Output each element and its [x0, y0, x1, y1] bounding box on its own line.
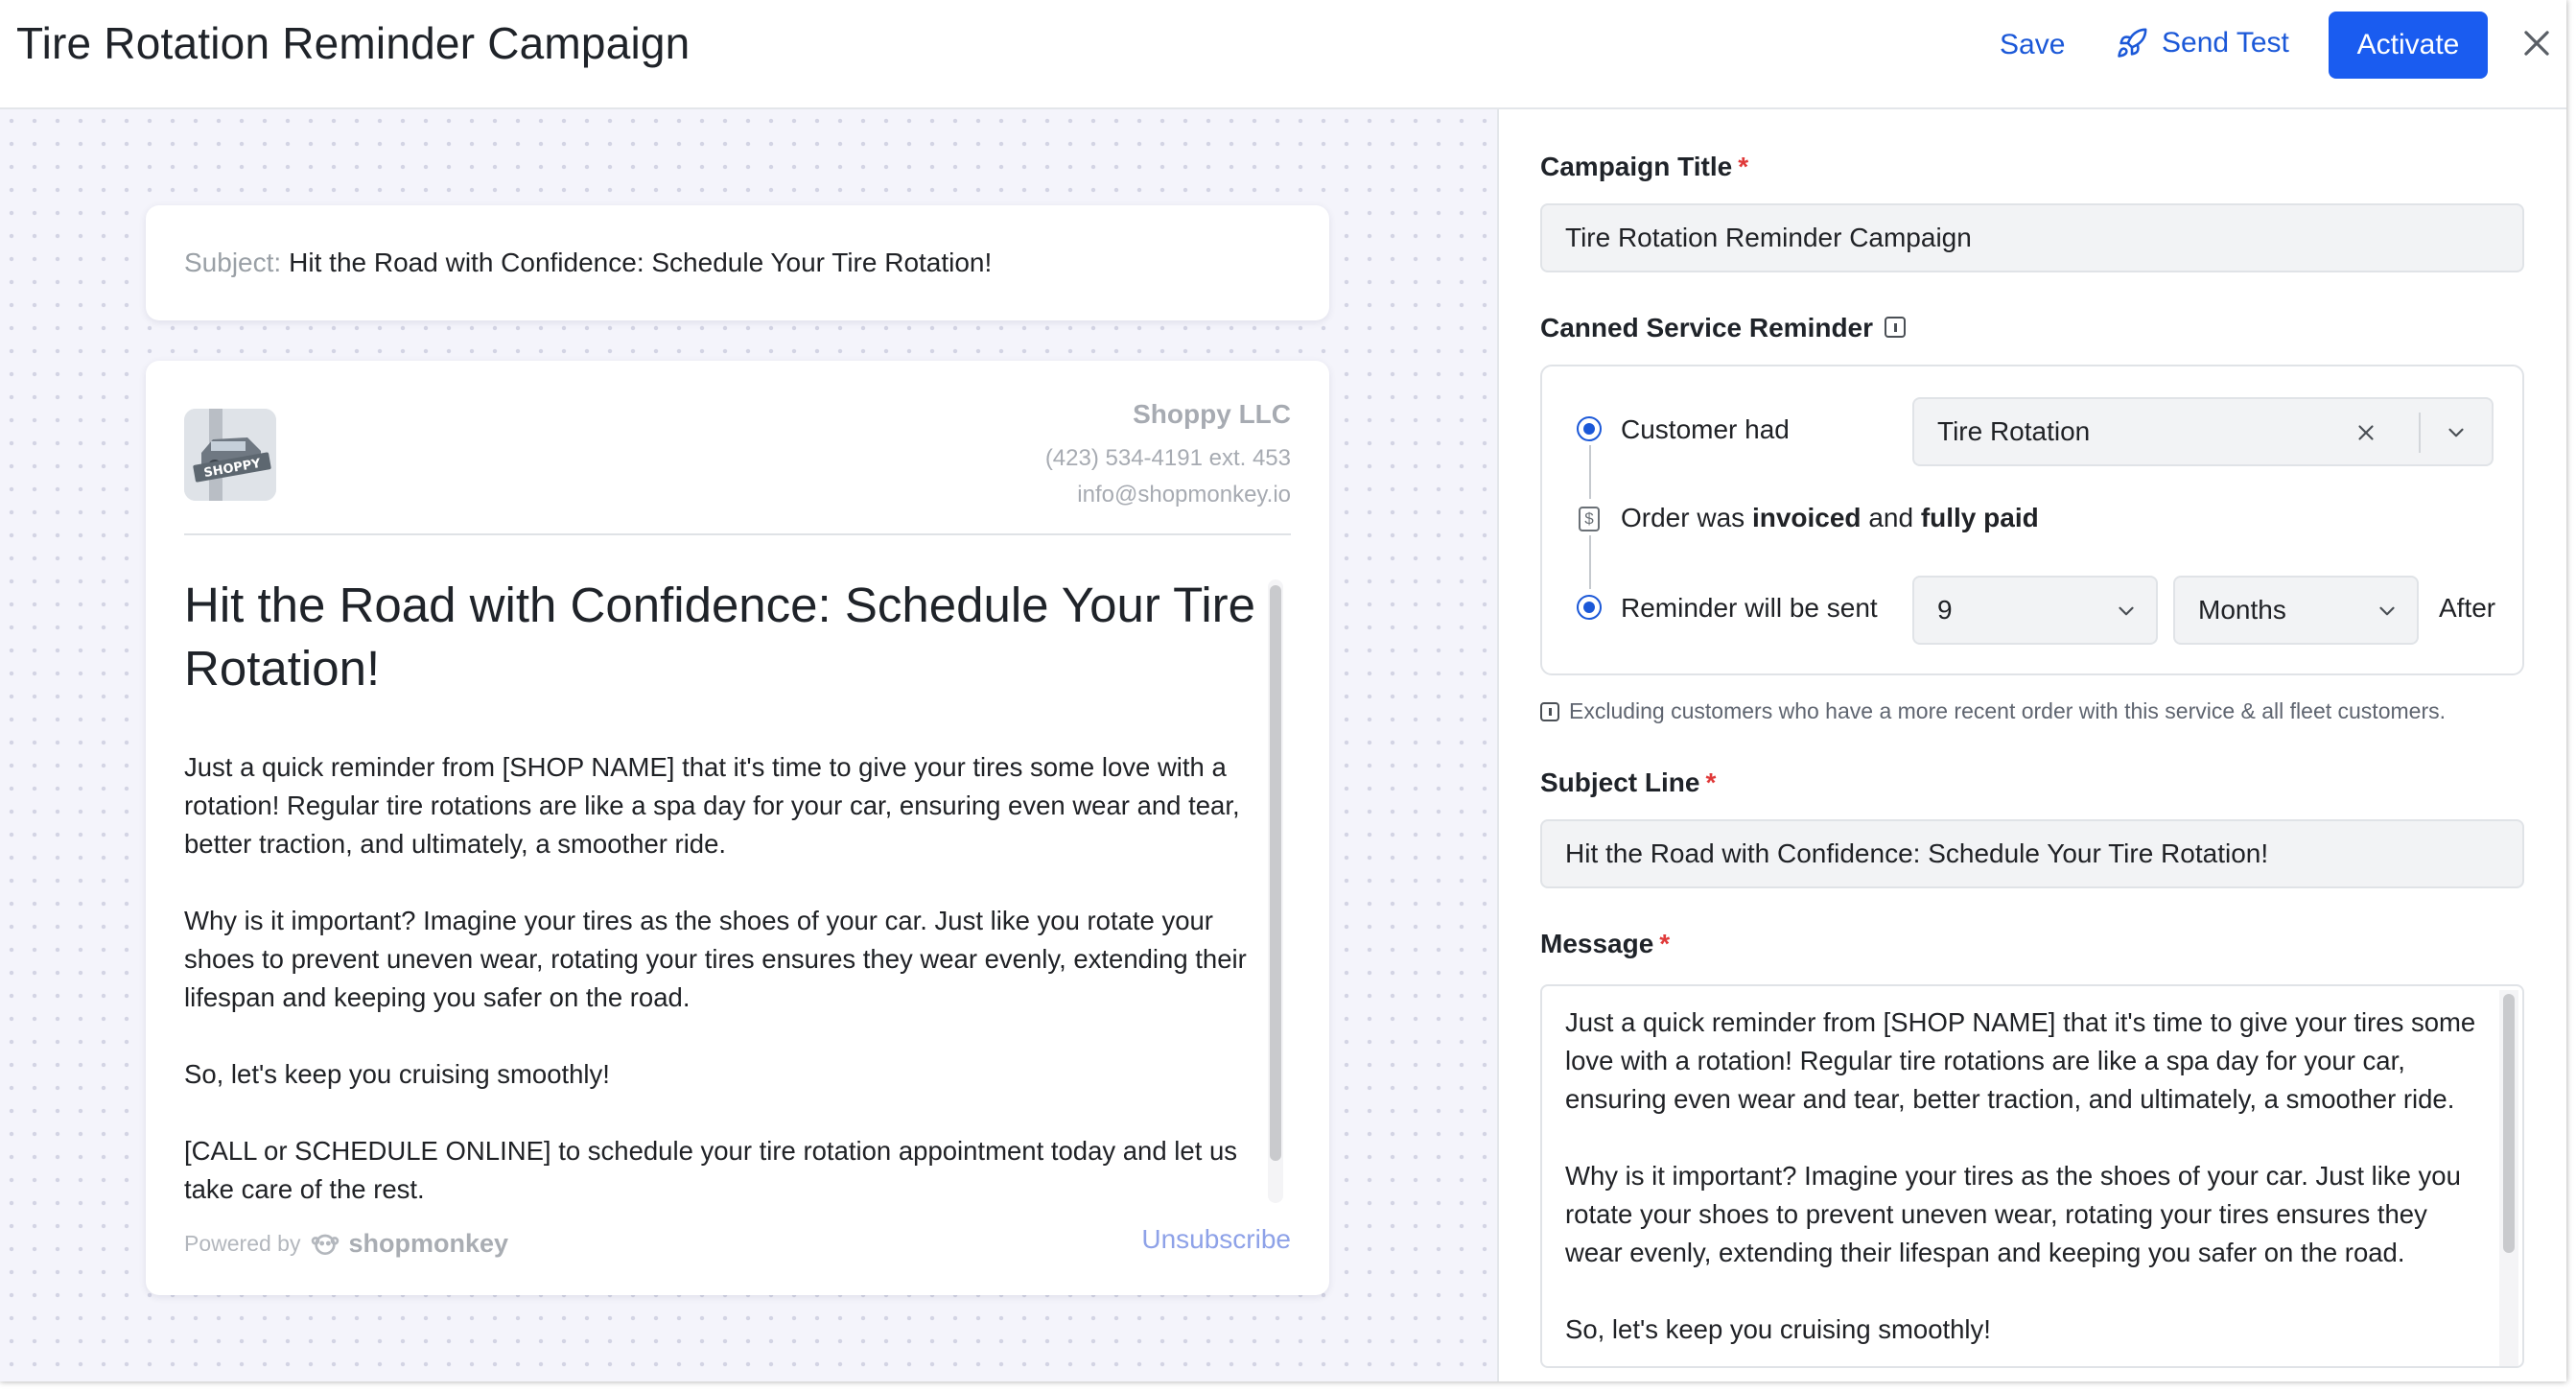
- chevron-down-icon[interactable]: [2375, 599, 2400, 624]
- send-test-button[interactable]: Send Test: [2116, 27, 2289, 59]
- page-title: Tire Rotation Reminder Campaign: [16, 18, 691, 68]
- send-test-label: Send Test: [2162, 27, 2289, 59]
- email-paragraph: [CALL or SCHEDULE ONLINE] to schedule yo…: [184, 1136, 1238, 1204]
- message-label: Message *: [1540, 929, 1670, 959]
- shop-contact-info: Shoppy LLC (423) 534-4191 ext. 453 info@…: [1045, 399, 1291, 518]
- reminder-sent-radio[interactable]: [1577, 595, 1602, 620]
- shop-email: info@shopmonkey.io: [1077, 482, 1291, 508]
- chevron-down-icon[interactable]: [2114, 599, 2139, 624]
- customer-had-label: Customer had: [1621, 414, 1790, 444]
- subject-line-label-text: Subject Line: [1540, 767, 1700, 797]
- step-connector: [1589, 535, 1591, 589]
- order-status-text: Order was invoiced and fully paid: [1621, 503, 2039, 533]
- save-button[interactable]: Save: [2000, 29, 2065, 61]
- email-paragraph: So, let's keep you cruising smoothly!: [184, 1059, 610, 1089]
- email-paragraph: Why is it important? Imagine your tires …: [184, 906, 1247, 1012]
- message-textarea[interactable]: Just a quick reminder from [SHOP NAME] t…: [1540, 984, 2524, 1368]
- canned-service-reminder-box: Customer had Tire Rotation $ Order was i…: [1540, 365, 2524, 675]
- message-paragraph: Why is it important? Imagine your tires …: [1565, 1161, 2461, 1267]
- shop-name: Shoppy LLC: [1133, 399, 1291, 429]
- campaign-title-label-text: Campaign Title: [1540, 152, 1733, 181]
- campaign-editor-window: Tire Rotation Reminder Campaign Save Sen…: [0, 0, 2566, 1381]
- rocket-icon: [2118, 28, 2147, 58]
- powered-by-brand: shopmonkey: [348, 1228, 509, 1258]
- email-divider: [184, 533, 1291, 535]
- message-paragraph: So, let's keep you cruising smoothly!: [1565, 1314, 1991, 1344]
- reminder-unit-select[interactable]: Months: [2173, 576, 2419, 645]
- campaign-title-input[interactable]: Tire Rotation Reminder Campaign: [1540, 203, 2524, 272]
- shop-phone: (423) 534-4191 ext. 453: [1044, 445, 1291, 471]
- exclusion-note: Excluding customers who have a more rece…: [1540, 698, 2446, 724]
- chevron-down-icon[interactable]: [2444, 420, 2469, 445]
- message-paragraph: Just a quick reminder from [SHOP NAME] t…: [1565, 1007, 2476, 1114]
- required-mark: *: [1705, 767, 1717, 797]
- campaign-title-label: Campaign Title *: [1540, 152, 1748, 182]
- message-scrollbar-thumb[interactable]: [2503, 994, 2515, 1253]
- reminder-unit-value: Months: [2198, 595, 2286, 625]
- preview-subject-card: Subject: Hit the Road with Confidence: S…: [146, 205, 1329, 320]
- select-separator: [2419, 413, 2421, 453]
- canned-service-label-text: Canned Service Reminder: [1540, 313, 1874, 342]
- unsubscribe-link[interactable]: Unsubscribe: [1141, 1224, 1291, 1255]
- message-label-text: Message: [1540, 929, 1654, 958]
- service-select[interactable]: Tire Rotation: [1912, 397, 2494, 466]
- campaign-form: Campaign Title * Tire Rotation Reminder C…: [1499, 109, 2566, 1381]
- order-prefix: Order was: [1621, 503, 1745, 532]
- exclusion-note-text: Excluding customers who have a more rece…: [1569, 698, 2446, 723]
- shopmonkey-logo-icon: [312, 1234, 340, 1255]
- email-body: Hit the Road with Confidence: Schedule Y…: [184, 574, 1258, 1207]
- reminder-count-value: 9: [1937, 595, 1953, 625]
- activate-button[interactable]: Activate: [2329, 12, 2488, 79]
- subject-line-input[interactable]: Hit the Road with Confidence: Schedule Y…: [1540, 819, 2524, 888]
- powered-by-label: Powered by: [184, 1230, 301, 1256]
- email-paragraph: Just a quick reminder from [SHOP NAME] t…: [184, 752, 1240, 859]
- required-mark: *: [1659, 929, 1671, 958]
- email-scrollbar[interactable]: [1268, 579, 1283, 1203]
- reminder-sent-label: Reminder will be sent: [1621, 593, 1878, 623]
- info-icon[interactable]: [1885, 316, 1907, 338]
- required-mark: *: [1738, 152, 1749, 181]
- service-select-value: Tire Rotation: [1937, 416, 2091, 446]
- canned-service-label: Canned Service Reminder: [1540, 313, 1907, 343]
- clear-x-icon[interactable]: [2354, 420, 2378, 445]
- order-invoiced: invoiced: [1751, 503, 1862, 532]
- info-icon: [1540, 701, 1559, 721]
- powered-by: Powered by shopmonkey: [184, 1228, 508, 1259]
- step-connector: [1589, 445, 1591, 499]
- customer-had-radio[interactable]: [1577, 416, 1602, 441]
- order-and: and: [1868, 503, 1914, 532]
- reminder-count-select[interactable]: 9: [1912, 576, 2158, 645]
- preview-subject-label: Subject:: [184, 248, 282, 277]
- reminder-after-label: After: [2439, 593, 2496, 623]
- order-paid: fully paid: [1920, 503, 2039, 532]
- email-preview-card: SHOPPY Shoppy LLC (423) 534-4191 ext. 45…: [146, 361, 1329, 1295]
- preview-subject-value: Hit the Road with Confidence: Schedule Y…: [289, 248, 993, 277]
- subject-line-label: Subject Line *: [1540, 767, 1716, 798]
- header-bar: Tire Rotation Reminder Campaign Save Sen…: [0, 0, 2566, 109]
- email-preview-panel: Subject: Hit the Road with Confidence: S…: [0, 109, 1499, 1381]
- email-scrollbar-thumb[interactable]: [1270, 585, 1281, 1161]
- message-content: Just a quick reminder from [SHOP NAME] t…: [1565, 1003, 2476, 1366]
- message-scrollbar[interactable]: [2499, 990, 2518, 1366]
- shop-logo: SHOPPY: [184, 409, 276, 501]
- shop-logo-image: SHOPPY: [184, 409, 276, 501]
- dollar-icon: $: [1579, 507, 1600, 531]
- close-icon[interactable]: [2518, 25, 2555, 61]
- email-heading: Hit the Road with Confidence: Schedule Y…: [184, 578, 1256, 696]
